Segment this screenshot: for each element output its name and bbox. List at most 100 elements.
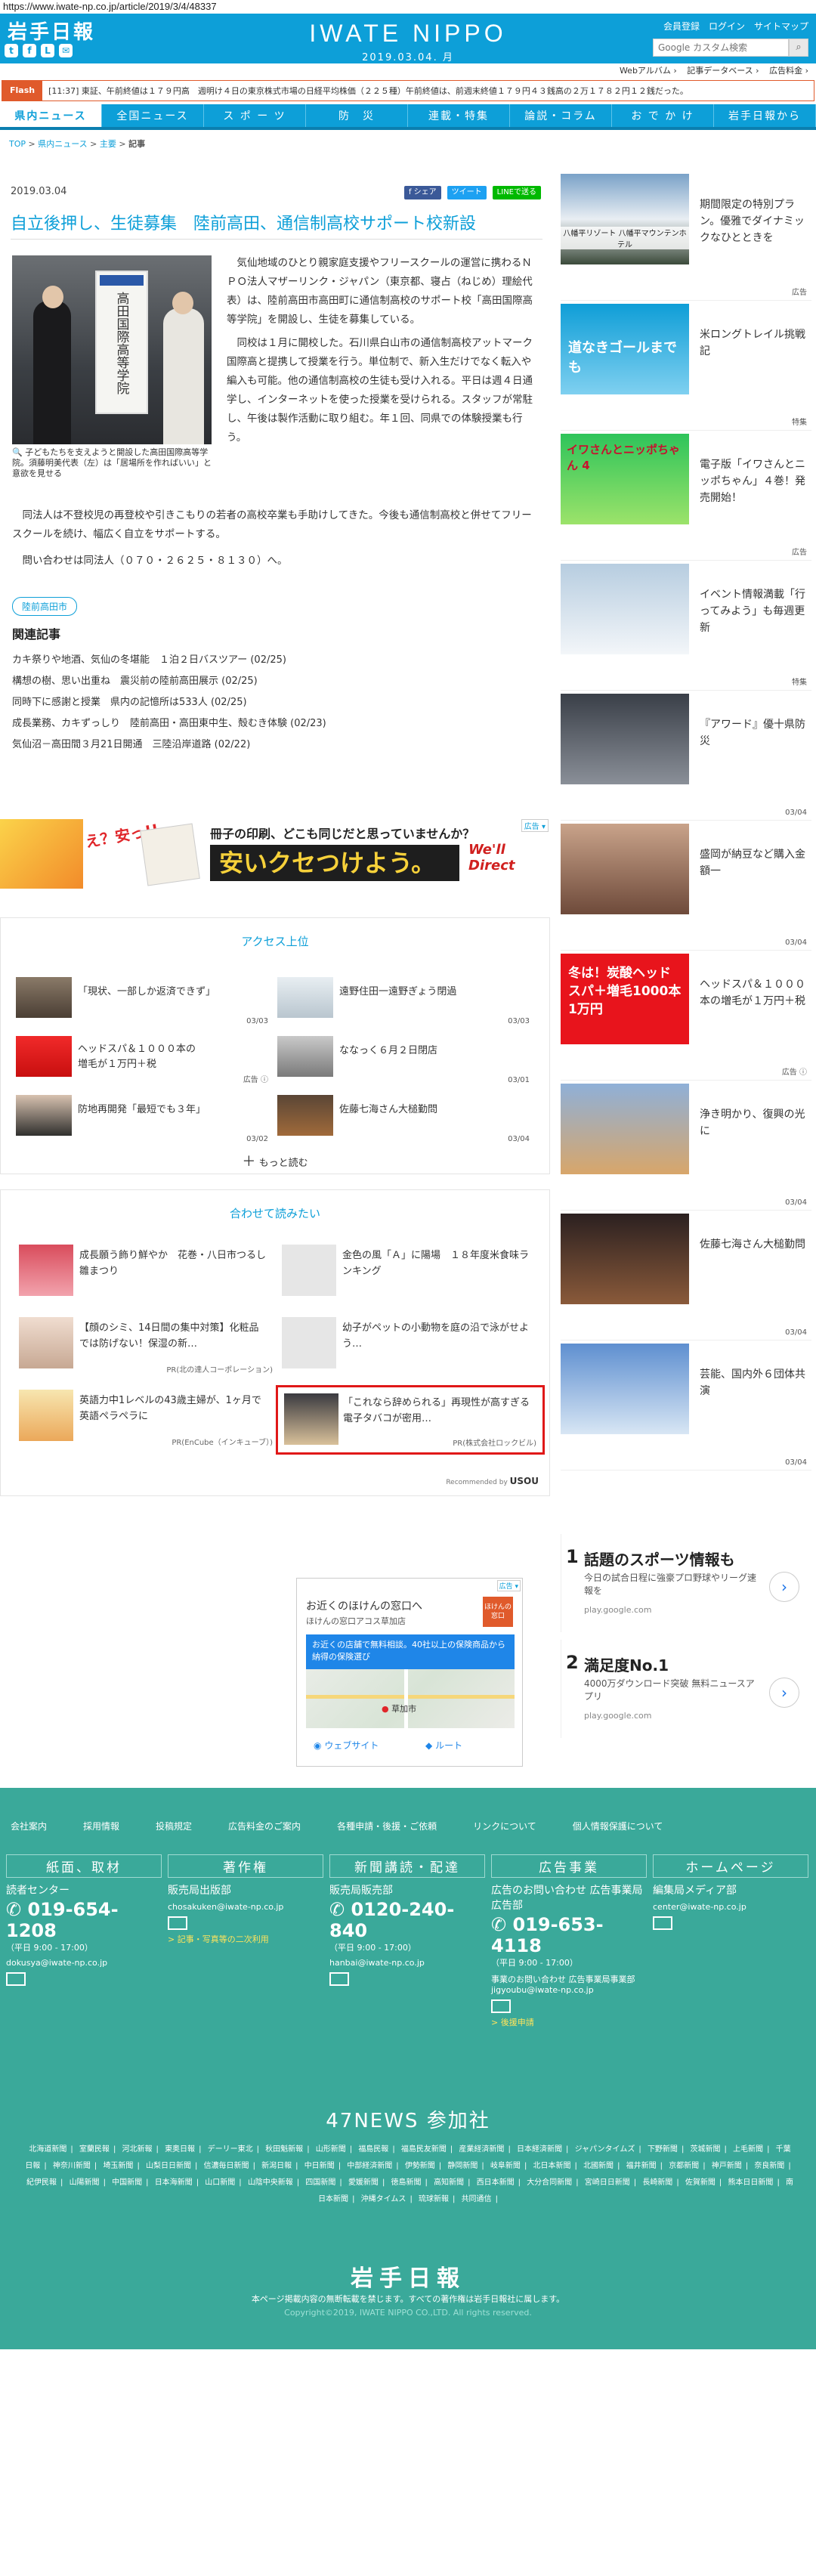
webalbum-link[interactable]: Webアルバム ›: [620, 66, 677, 76]
member-paper-link[interactable]: 北日本新聞: [533, 2162, 571, 2170]
footer-link-applications[interactable]: 各種申請・後援・ご依頼: [337, 1820, 437, 1832]
contact-phone[interactable]: ✆ 019-654-1208: [6, 1899, 162, 1941]
database-link[interactable]: 記事データベース ›: [687, 66, 759, 76]
footer-link-submission[interactable]: 投稿規定: [156, 1820, 192, 1832]
mail-icon[interactable]: [491, 1995, 647, 2016]
mail-icon[interactable]: [168, 1912, 323, 1933]
recommend-item[interactable]: 英語力中1レベルの43歳主婦が、1ヶ月で英語ペラペラに PR(EnCube（イン…: [19, 1390, 276, 1449]
related-item[interactable]: 構想の樹、思い出重ね 震災前の陸前高田展示 (02/25): [12, 671, 326, 692]
member-paper-link[interactable]: 室蘭民報: [79, 2145, 110, 2154]
contact-phone[interactable]: ✆ 019-653-4118: [491, 1914, 647, 1956]
breadcrumb-prefecture[interactable]: 県内ニュース: [38, 139, 87, 149]
side-item[interactable]: 道なきゴールまでも 米ロングトレイル挑戦記 特集: [561, 301, 811, 431]
member-paper-link[interactable]: 日本海新聞: [155, 2179, 193, 2187]
ranking-item[interactable]: 佐藤七海さん大槌勤問 03/04: [277, 1095, 534, 1149]
recommend-item[interactable]: 【顔のシミ、14日間の集中対策】化粧品では防げない！保湿の新… PR(北の達人コ…: [19, 1317, 276, 1376]
contact-mail[interactable]: hanbai@iwate-np.co.jp: [329, 1958, 485, 1968]
member-paper-link[interactable]: 北國新聞: [583, 2162, 614, 2170]
member-paper-link[interactable]: 沖縄タイムス: [361, 2195, 406, 2203]
map-area[interactable]: ● 草加市: [306, 1669, 515, 1728]
member-paper-link[interactable]: 熊本日日新聞: [728, 2179, 773, 2187]
member-paper-link[interactable]: 埼玉新聞: [103, 2162, 133, 2170]
sitemap-link[interactable]: サイトマップ: [754, 20, 808, 32]
search-button[interactable]: ⌕: [789, 39, 808, 57]
member-paper-link[interactable]: 伊勢新聞: [405, 2162, 435, 2170]
print-ad-banner[interactable]: え？安っ!! 冊子の印刷、どこも同じだと思っていませんか？ 安いクセつけよう。 …: [0, 819, 550, 889]
footer-link-adrates[interactable]: 広告料金のご案内: [228, 1820, 301, 1832]
member-paper-link[interactable]: 東奥日報: [165, 2145, 195, 2154]
login-link[interactable]: ログイン: [709, 20, 745, 32]
member-paper-link[interactable]: 山形新聞: [316, 2145, 346, 2154]
ranking-item[interactable]: 防地再開発「最短でも３年」 03/02: [16, 1095, 273, 1149]
mail-icon[interactable]: [6, 1968, 162, 1989]
member-paper-link[interactable]: 西日本新聞: [477, 2179, 515, 2187]
member-paper-link[interactable]: 中日新聞: [304, 2162, 335, 2170]
member-paper-link[interactable]: 紀伊民報: [26, 2179, 57, 2187]
member-paper-link[interactable]: 山梨日日新聞: [146, 2162, 191, 2170]
member-paper-link[interactable]: 中部経済新聞: [347, 2162, 392, 2170]
side-item[interactable]: 浄き明かり、復興の光に 03/04: [561, 1081, 811, 1211]
recommend-item[interactable]: 幼子がペットの小動物を庭の沿で泳がせよう…: [282, 1317, 539, 1376]
read-more-button[interactable]: ＋ もっと読む: [1, 1151, 549, 1170]
nav-outing[interactable]: お で か け: [612, 104, 714, 127]
article-photo[interactable]: 高田国際高等学院: [12, 255, 212, 444]
member-paper-link[interactable]: 福島民友新聞: [401, 2145, 447, 2154]
member-paper-link[interactable]: 佐賀新聞: [685, 2179, 716, 2187]
related-item[interactable]: カキ祭りや地酒、気仙の冬堪能 １泊２日バスツアー (02/25): [12, 650, 326, 671]
side-item[interactable]: 盛岡が納豆など購入金額一 03/04: [561, 821, 811, 951]
mail-icon[interactable]: [329, 1968, 485, 1989]
member-paper-link[interactable]: ジャパンタイムズ: [575, 2145, 635, 2154]
facebook-icon[interactable]: f: [23, 44, 36, 57]
website-button[interactable]: ◉ ウェブサイト: [314, 1739, 379, 1752]
adrate-link[interactable]: 広告料金 ›: [769, 66, 808, 76]
twitter-icon[interactable]: t: [5, 44, 18, 57]
related-item[interactable]: 同時下に感謝と授業 県内の記憶所は533人 (02/25): [12, 692, 326, 713]
side-item[interactable]: 芸能、国内外６団体共演 03/04: [561, 1341, 811, 1470]
nav-national-news[interactable]: 全国ニュース: [102, 104, 204, 127]
tweet-button[interactable]: ツイート: [447, 186, 487, 199]
footer-link-privacy[interactable]: 個人情報保護について: [573, 1820, 663, 1832]
member-paper-link[interactable]: 奈良新聞: [754, 2162, 784, 2170]
ranking-item[interactable]: ヘッドスパ＆１０００本の増毛が１万円＋税 広告 ⓘ: [16, 1036, 273, 1090]
side-item[interactable]: 『アワード』優十県防災 03/04: [561, 691, 811, 821]
side-item[interactable]: 冬は！炭酸ヘッドスパ＋増毛1000本 1万円 ヘッドスパ＆１０００本の増毛が１万…: [561, 951, 811, 1081]
member-paper-link[interactable]: 高知新聞: [434, 2179, 464, 2187]
member-paper-link[interactable]: 静岡新聞: [447, 2162, 478, 2170]
line-icon[interactable]: L: [41, 44, 54, 57]
member-paper-link[interactable]: 大分合同新聞: [527, 2179, 572, 2187]
contact-mail[interactable]: center@iwate-np.co.jp: [653, 1902, 808, 1912]
member-paper-link[interactable]: 神奈川新聞: [53, 2162, 91, 2170]
search-input[interactable]: [653, 39, 789, 57]
member-paper-link[interactable]: 琉球新報: [419, 2195, 449, 2203]
side-item[interactable]: イワさんとニッポちゃん 4 電子版「イワさんとニッポちゃん」４巻！発売開始！ 広…: [561, 431, 811, 561]
site-logo[interactable]: 岩手日報: [8, 17, 95, 45]
member-paper-link[interactable]: デーリー東北: [208, 2145, 253, 2154]
footer-link-linking[interactable]: リンクについて: [473, 1820, 536, 1832]
map-ad-label[interactable]: 広告 ▾: [496, 1580, 521, 1591]
member-paper-link[interactable]: 山陽新聞: [70, 2179, 100, 2187]
nav-sports[interactable]: ス ポ ー ツ: [204, 104, 306, 127]
recommend-item[interactable]: 成長願う飾り鮮やか 花巻・八日市つるし雛まつり: [19, 1245, 276, 1303]
facebook-share-button[interactable]: f シェア: [403, 186, 441, 199]
sponsorship-link[interactable]: > 後援申請: [491, 2016, 647, 2028]
side-item[interactable]: 八幡平リゾート 八幡平マウンテンホテル 期間限定の特別プラン。優雅でダイナミック…: [561, 171, 811, 301]
mail-icon[interactable]: ✉: [59, 44, 73, 57]
chevron-right-icon[interactable]: ›: [769, 1678, 799, 1708]
ranking-item[interactable]: 「現状、一部しか返済できず」 03/03: [16, 977, 273, 1031]
flash-text[interactable]: [11:37] 東証、午前終値は１７９円高 週明け４日の東京株式市場の日経平均株…: [42, 85, 688, 97]
nav-from-iwate-nippo[interactable]: 岩手日報から: [714, 104, 816, 127]
member-paper-link[interactable]: 神戸新聞: [712, 2162, 742, 2170]
member-paper-link[interactable]: 北海道新聞: [29, 2145, 66, 2154]
google-ad[interactable]: 2 満足度No.1 4000万ダウンロード突破 無料ニュースアプリ play.g…: [561, 1640, 811, 1738]
member-paper-link[interactable]: 茨城新聞: [691, 2145, 721, 2154]
member-paper-link[interactable]: 福井新聞: [626, 2162, 657, 2170]
side-item[interactable]: イベント情報満載「行ってみよう」も毎週更新 特集: [561, 561, 811, 691]
member-paper-link[interactable]: 下野新聞: [648, 2145, 678, 2154]
member-paper-link[interactable]: 新潟日報: [261, 2162, 292, 2170]
member-paper-link[interactable]: 山陰中央新報: [248, 2179, 293, 2187]
line-share-button[interactable]: LINEで送る: [492, 186, 541, 199]
side-item[interactable]: 佐藤七海さん大槌勤問 03/04: [561, 1211, 811, 1341]
member-paper-link[interactable]: 愛媛新聞: [348, 2179, 379, 2187]
secondary-use-link[interactable]: > 記事・写真等の二次利用: [168, 1933, 323, 1945]
related-item[interactable]: 気仙沼－高田間３月21日開通 三陸沿岸道路 (02/22): [12, 734, 326, 756]
